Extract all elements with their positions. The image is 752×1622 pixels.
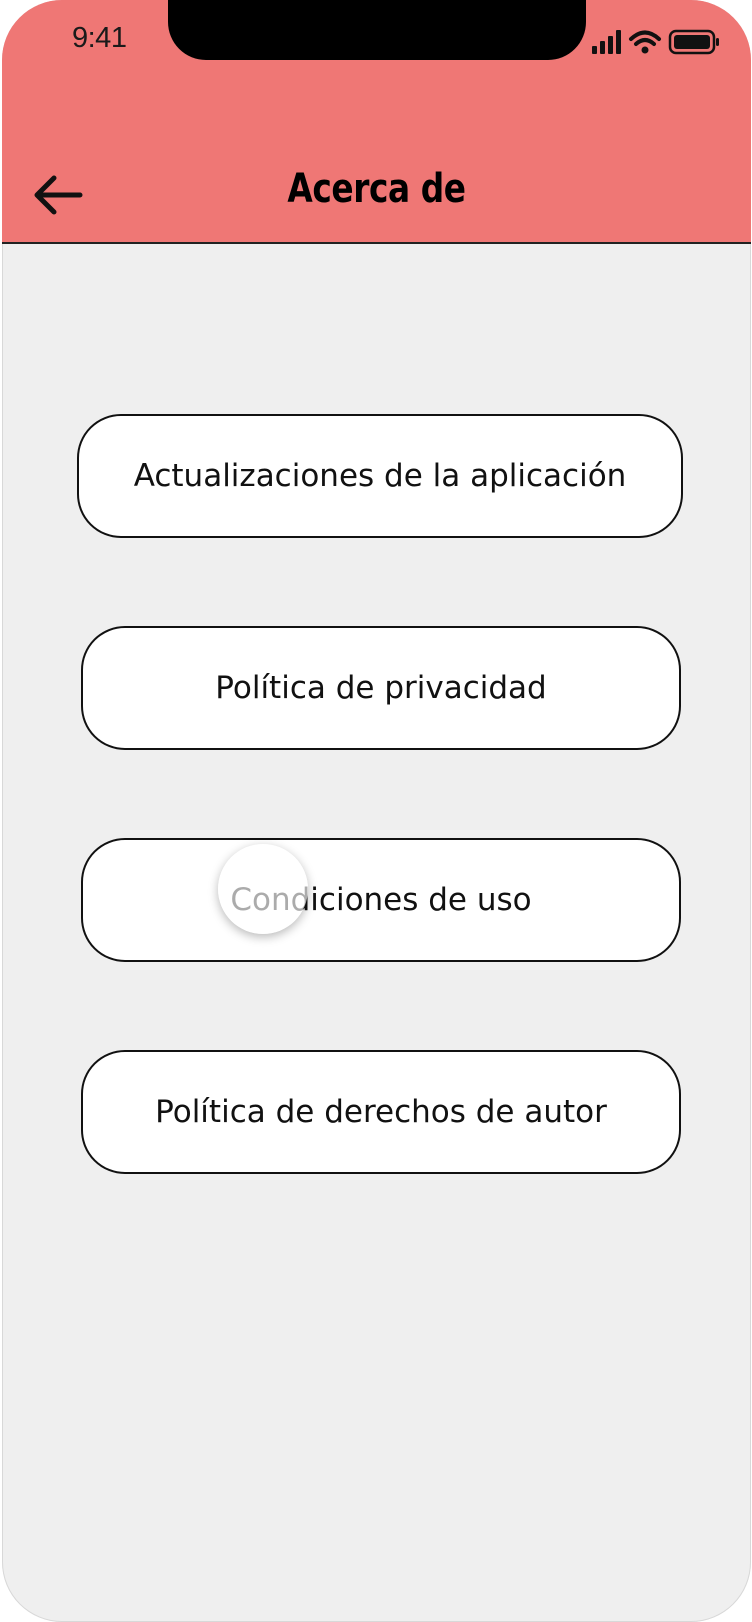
wifi-icon	[629, 30, 661, 54]
terms-of-use-button[interactable]: Condiciones de uso	[81, 838, 681, 962]
status-icons	[592, 29, 719, 55]
phone-frame: 9:41 Acerca de Actualizaciones de la apl…	[0, 0, 752, 1622]
signal-icon	[592, 30, 621, 54]
privacy-policy-label: Política de privacidad	[215, 670, 547, 706]
battery-icon	[668, 29, 719, 55]
status-time: 9:41	[72, 22, 127, 54]
device-notch	[168, 0, 586, 60]
privacy-policy-button[interactable]: Política de privacidad	[81, 626, 681, 750]
page-title: Acerca de	[287, 166, 466, 212]
app-updates-button[interactable]: Actualizaciones de la aplicación	[77, 414, 683, 538]
app-header: 9:41 Acerca de	[2, 0, 751, 244]
app-screen: 9:41 Acerca de Actualizaciones de la apl…	[2, 0, 751, 1622]
touch-indicator	[218, 844, 308, 934]
copyright-policy-button[interactable]: Política de derechos de autor	[81, 1050, 681, 1174]
app-updates-label: Actualizaciones de la aplicación	[133, 458, 627, 494]
copyright-policy-label: Política de derechos de autor	[155, 1094, 607, 1130]
